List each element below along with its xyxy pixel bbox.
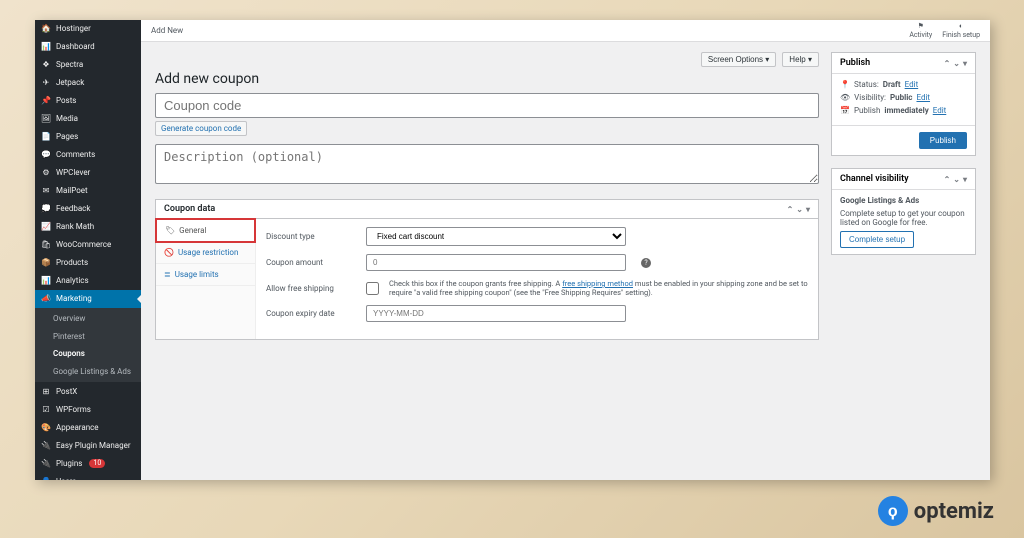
expiry-date-label: Coupon expiry date [266, 309, 356, 318]
sidebar-item-pages[interactable]: 📄Pages [35, 128, 141, 146]
sidebar-item-analytics[interactable]: 📊Analytics [35, 272, 141, 290]
free-shipping-checkbox[interactable] [366, 282, 379, 295]
menu-icon: 👤 [41, 476, 51, 480]
chevron-up-icon[interactable]: ⌃ [787, 205, 794, 214]
menu-icon: 📄 [41, 132, 51, 142]
sidebar-subitem-overview[interactable]: Overview [35, 310, 141, 328]
tab-general[interactable]: 🏷General [155, 218, 256, 243]
sidebar-item-marketing[interactable]: 📣Marketing [35, 290, 141, 308]
generate-coupon-code-button[interactable]: Generate coupon code [155, 121, 247, 136]
sidebar-item-plugins[interactable]: 🔌Plugins10 [35, 454, 141, 472]
calendar-icon: 📅 [840, 106, 850, 115]
sidebar-item-spectra[interactable]: ❖Spectra [35, 56, 141, 74]
sidebar-item-appearance[interactable]: 🎨Appearance [35, 418, 141, 436]
help-icon[interactable] [636, 258, 651, 268]
menu-icon: ✈ [41, 78, 51, 88]
help-button[interactable]: Help ▾ [782, 52, 819, 67]
menu-icon: 🖼 [41, 114, 51, 124]
coupon-amount-input[interactable] [366, 254, 626, 271]
breadcrumb: Add New [151, 26, 183, 35]
channel-sub: Google Listings & Ads [840, 196, 919, 205]
sidebar-item-dashboard[interactable]: 📊Dashboard [35, 38, 141, 56]
menu-icon: 🏠 [41, 24, 51, 34]
tag-icon: 🏷 [165, 226, 175, 235]
sidebar-item-wpclever[interactable]: ⚙WPClever [35, 164, 141, 182]
eye-icon: 👁 [840, 93, 850, 102]
sidebar-subitem-coupons[interactable]: Coupons [35, 345, 141, 363]
edit-status-link[interactable]: Edit [905, 80, 919, 89]
finish-setup-icon[interactable]: ◐Finish setup [942, 22, 980, 39]
channel-visibility-panel: Channel visibility ⌃⌄▾ Google Listings &… [831, 168, 976, 255]
coupon-amount-label: Coupon amount [266, 258, 356, 267]
sidebar-item-jetpack[interactable]: ✈Jetpack [35, 74, 141, 92]
menu-icon: ✉ [41, 186, 51, 196]
free-shipping-label: Allow free shipping [266, 284, 356, 293]
menu-icon: ❖ [41, 60, 51, 70]
menu-icon: 📣 [41, 294, 51, 304]
channel-desc: Complete setup to get your coupon listed… [840, 209, 967, 227]
sidebar-item-easy-plugin-manager[interactable]: 🔌Easy Plugin Manager [35, 436, 141, 454]
panel-title: Coupon data [164, 204, 215, 214]
menu-icon: 📊 [41, 276, 51, 286]
menu-icon: 🎨 [41, 422, 51, 432]
sidebar-item-woocommerce[interactable]: 🛍WooCommerce [35, 236, 141, 254]
expiry-date-input[interactable] [366, 305, 626, 322]
edit-publish-link[interactable]: Edit [933, 106, 947, 115]
menu-icon: ☑ [41, 404, 51, 414]
page-title: Add new coupon [155, 71, 819, 87]
menu-icon: ⊞ [41, 386, 51, 396]
chevron-down-icon[interactable]: ⌄ [796, 205, 803, 214]
sidebar-item-posts[interactable]: 📌Posts [35, 92, 141, 110]
sidebar-subitem-google-listings-ads[interactable]: Google Listings & Ads [35, 363, 141, 381]
menu-icon: 🛍 [41, 240, 51, 250]
menu-icon: ⚙ [41, 168, 51, 178]
limits-icon: ≣ [164, 270, 171, 279]
top-bar: Add New ⚑Activity ◐Finish setup [141, 20, 990, 42]
edit-visibility-link[interactable]: Edit [916, 93, 930, 102]
sidebar-subitem-pinterest[interactable]: Pinterest [35, 328, 141, 346]
publish-button[interactable]: Publish [919, 132, 967, 149]
complete-setup-button[interactable]: Complete setup [840, 231, 914, 248]
description-textarea[interactable] [155, 144, 819, 184]
coupon-data-panel: Coupon data ⌃⌄▾ 🏷General 🚫Usage restrict… [155, 199, 819, 340]
discount-type-label: Discount type [266, 232, 356, 241]
menu-icon: 🔌 [41, 458, 51, 468]
sidebar-item-media[interactable]: 🖼Media [35, 110, 141, 128]
logo-mark-icon: ϙ [878, 496, 908, 526]
menu-icon: 📊 [41, 42, 51, 52]
sidebar-item-products[interactable]: 📦Products [35, 254, 141, 272]
sidebar-item-users[interactable]: 👤Users [35, 472, 141, 480]
menu-icon: 🔌 [41, 440, 51, 450]
free-shipping-desc: Check this box if the coupon grants free… [389, 279, 808, 297]
activity-icon[interactable]: ⚑Activity [909, 22, 932, 39]
menu-icon: 💬 [41, 150, 51, 160]
pin-icon: 📍 [840, 80, 850, 89]
publish-panel: Publish ⌃⌄▾ 📍Status: Draft Edit 👁Visibil… [831, 52, 976, 156]
sidebar-item-rank-math[interactable]: 📈Rank Math [35, 218, 141, 236]
tab-usage-restriction[interactable]: 🚫Usage restriction [156, 242, 255, 264]
menu-icon: 📦 [41, 258, 51, 268]
brand-logo: ϙ optemiz [878, 496, 994, 526]
coupon-code-input[interactable] [155, 93, 819, 118]
sidebar-item-mailpoet[interactable]: ✉MailPoet [35, 182, 141, 200]
sidebar-item-hostinger[interactable]: 🏠Hostinger [35, 20, 141, 38]
discount-type-select[interactable]: Fixed cart discount [366, 227, 626, 246]
sidebar-item-postx[interactable]: ⊞PostX [35, 382, 141, 400]
menu-icon: 💭 [41, 204, 51, 214]
admin-sidebar: 🏠Hostinger📊Dashboard❖Spectra✈Jetpack📌Pos… [35, 20, 141, 480]
sidebar-item-feedback[interactable]: 💭Feedback [35, 200, 141, 218]
screen-options-button[interactable]: Screen Options ▾ [701, 52, 776, 67]
menu-icon: 📈 [41, 222, 51, 232]
menu-icon: 📌 [41, 96, 51, 106]
block-icon: 🚫 [164, 248, 174, 257]
toggle-icon[interactable]: ▾ [806, 205, 810, 214]
free-shipping-link[interactable]: free shipping method [562, 279, 633, 288]
sidebar-item-wpforms[interactable]: ☑WPForms [35, 400, 141, 418]
tab-usage-limits[interactable]: ≣Usage limits [156, 264, 255, 286]
sidebar-item-comments[interactable]: 💬Comments [35, 146, 141, 164]
